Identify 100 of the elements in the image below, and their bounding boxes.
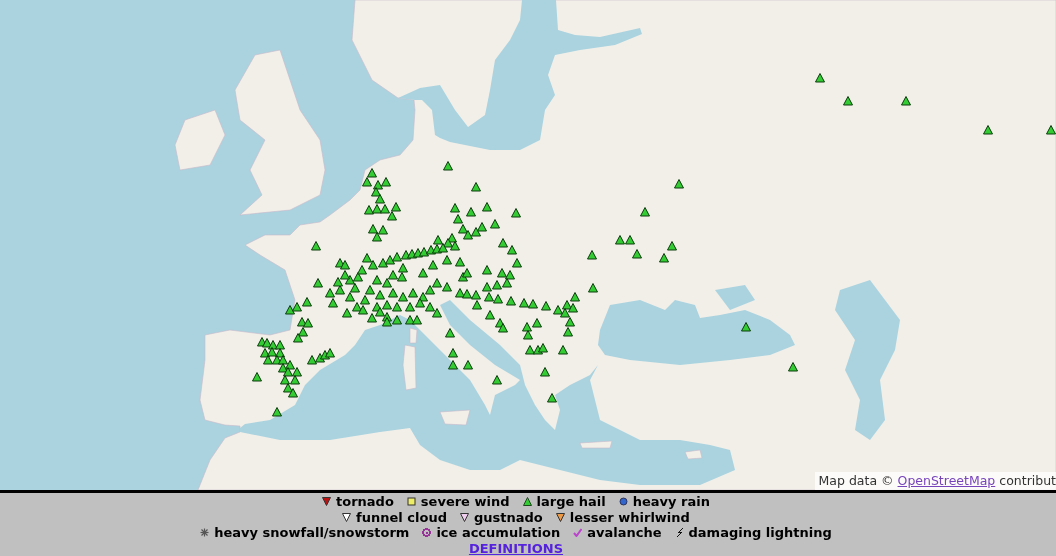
triangle-marker-icon[interactable] bbox=[482, 265, 492, 275]
triangle-marker-icon[interactable] bbox=[462, 289, 472, 299]
triangle-marker-icon[interactable] bbox=[381, 177, 391, 187]
triangle-marker-icon[interactable] bbox=[372, 232, 382, 242]
triangle-marker-icon[interactable] bbox=[532, 318, 542, 328]
triangle-marker-icon[interactable] bbox=[375, 290, 385, 300]
triangle-marker-icon[interactable] bbox=[455, 288, 465, 298]
triangle-marker-icon[interactable] bbox=[292, 367, 302, 377]
triangle-marker-icon[interactable] bbox=[528, 299, 538, 309]
triangle-marker-icon[interactable] bbox=[283, 367, 293, 377]
triangle-marker-icon[interactable] bbox=[408, 288, 418, 298]
triangle-marker-icon[interactable] bbox=[391, 202, 401, 212]
triangle-marker-icon[interactable] bbox=[378, 225, 388, 235]
triangle-marker-icon[interactable] bbox=[741, 322, 751, 332]
triangle-marker-icon[interactable] bbox=[538, 343, 548, 353]
triangle-marker-icon[interactable] bbox=[432, 278, 442, 288]
triangle-marker-icon[interactable] bbox=[450, 241, 460, 251]
triangle-marker-icon[interactable] bbox=[432, 308, 442, 318]
triangle-marker-icon[interactable] bbox=[340, 260, 350, 270]
triangle-marker-icon[interactable] bbox=[568, 303, 578, 313]
triangle-marker-icon[interactable] bbox=[587, 250, 597, 260]
triangle-marker-icon[interactable] bbox=[335, 285, 345, 295]
triangle-marker-icon[interactable] bbox=[398, 263, 408, 273]
triangle-marker-icon[interactable] bbox=[283, 383, 293, 393]
triangle-marker-icon[interactable] bbox=[340, 270, 350, 280]
triangle-marker-icon[interactable] bbox=[458, 224, 468, 234]
triangle-marker-icon[interactable] bbox=[362, 177, 372, 187]
triangle-marker-icon[interactable] bbox=[432, 244, 442, 254]
triangle-marker-icon[interactable] bbox=[563, 327, 573, 337]
triangle-marker-icon[interactable] bbox=[345, 275, 355, 285]
triangle-marker-icon[interactable] bbox=[428, 260, 438, 270]
triangle-marker-icon[interactable] bbox=[285, 305, 295, 315]
triangle-marker-icon[interactable] bbox=[272, 355, 282, 365]
triangle-marker-icon[interactable] bbox=[357, 265, 367, 275]
triangle-marker-icon[interactable] bbox=[485, 310, 495, 320]
triangle-marker-icon[interactable] bbox=[380, 204, 390, 214]
triangle-marker-icon[interactable] bbox=[419, 247, 429, 257]
triangle-marker-icon[interactable] bbox=[342, 308, 352, 318]
triangle-marker-icon[interactable] bbox=[392, 315, 402, 325]
triangle-marker-icon[interactable] bbox=[983, 125, 993, 135]
triangle-marker-icon[interactable] bbox=[335, 258, 345, 268]
triangle-marker-icon[interactable] bbox=[570, 292, 580, 302]
triangle-marker-icon[interactable] bbox=[307, 355, 317, 365]
triangle-marker-icon[interactable] bbox=[405, 302, 415, 312]
triangle-marker-icon[interactable] bbox=[901, 96, 911, 106]
triangle-marker-icon[interactable] bbox=[525, 345, 535, 355]
triangle-marker-icon[interactable] bbox=[290, 375, 300, 385]
triangle-marker-icon[interactable] bbox=[463, 360, 473, 370]
triangle-marker-icon[interactable] bbox=[367, 313, 377, 323]
triangle-marker-icon[interactable] bbox=[519, 298, 529, 308]
triangle-marker-icon[interactable] bbox=[352, 302, 362, 312]
triangle-marker-icon[interactable] bbox=[358, 305, 368, 315]
triangle-marker-icon[interactable] bbox=[311, 241, 321, 251]
triangle-marker-icon[interactable] bbox=[438, 243, 448, 253]
triangle-marker-icon[interactable] bbox=[293, 333, 303, 343]
triangle-marker-icon[interactable] bbox=[507, 245, 517, 255]
triangle-marker-icon[interactable] bbox=[315, 353, 325, 363]
triangle-marker-icon[interactable] bbox=[375, 194, 385, 204]
triangle-marker-icon[interactable] bbox=[320, 350, 330, 360]
triangle-marker-icon[interactable] bbox=[1046, 125, 1056, 135]
triangle-marker-icon[interactable] bbox=[382, 278, 392, 288]
triangle-marker-icon[interactable] bbox=[565, 317, 575, 327]
triangle-marker-icon[interactable] bbox=[443, 161, 453, 171]
triangle-marker-icon[interactable] bbox=[325, 348, 335, 358]
triangle-marker-icon[interactable] bbox=[288, 388, 298, 398]
triangle-marker-icon[interactable] bbox=[398, 292, 408, 302]
triangle-marker-icon[interactable] bbox=[392, 252, 402, 262]
triangle-marker-icon[interactable] bbox=[511, 208, 521, 218]
triangle-marker-icon[interactable] bbox=[547, 393, 557, 403]
triangle-marker-icon[interactable] bbox=[382, 300, 392, 310]
triangle-marker-icon[interactable] bbox=[397, 272, 407, 282]
triangle-marker-icon[interactable] bbox=[325, 288, 335, 298]
triangle-marker-icon[interactable] bbox=[362, 253, 372, 263]
triangle-marker-icon[interactable] bbox=[425, 285, 435, 295]
triangle-marker-icon[interactable] bbox=[493, 294, 503, 304]
triangle-marker-icon[interactable] bbox=[455, 257, 465, 267]
triangle-marker-icon[interactable] bbox=[401, 250, 411, 260]
triangle-marker-icon[interactable] bbox=[490, 219, 500, 229]
triangle-marker-icon[interactable] bbox=[263, 355, 273, 365]
triangle-marker-icon[interactable] bbox=[540, 367, 550, 377]
triangle-marker-icon[interactable] bbox=[442, 282, 452, 292]
triangle-marker-icon[interactable] bbox=[267, 347, 277, 357]
triangle-marker-icon[interactable] bbox=[303, 318, 313, 328]
triangle-marker-icon[interactable] bbox=[450, 203, 460, 213]
triangle-marker-icon[interactable] bbox=[364, 205, 374, 215]
triangle-marker-icon[interactable] bbox=[512, 258, 522, 268]
triangle-marker-icon[interactable] bbox=[640, 207, 650, 217]
triangle-marker-icon[interactable] bbox=[298, 327, 308, 337]
triangle-marker-icon[interactable] bbox=[632, 249, 642, 259]
triangle-marker-icon[interactable] bbox=[360, 295, 370, 305]
triangle-marker-icon[interactable] bbox=[843, 96, 853, 106]
triangle-marker-icon[interactable] bbox=[588, 283, 598, 293]
triangle-marker-icon[interactable] bbox=[505, 270, 515, 280]
triangle-marker-icon[interactable] bbox=[385, 255, 395, 265]
triangle-marker-icon[interactable] bbox=[367, 168, 377, 178]
triangle-marker-icon[interactable] bbox=[553, 305, 563, 315]
triangle-marker-icon[interactable] bbox=[506, 296, 516, 306]
triangle-marker-icon[interactable] bbox=[562, 300, 572, 310]
triangle-marker-icon[interactable] bbox=[523, 330, 533, 340]
triangle-marker-icon[interactable] bbox=[433, 235, 443, 245]
